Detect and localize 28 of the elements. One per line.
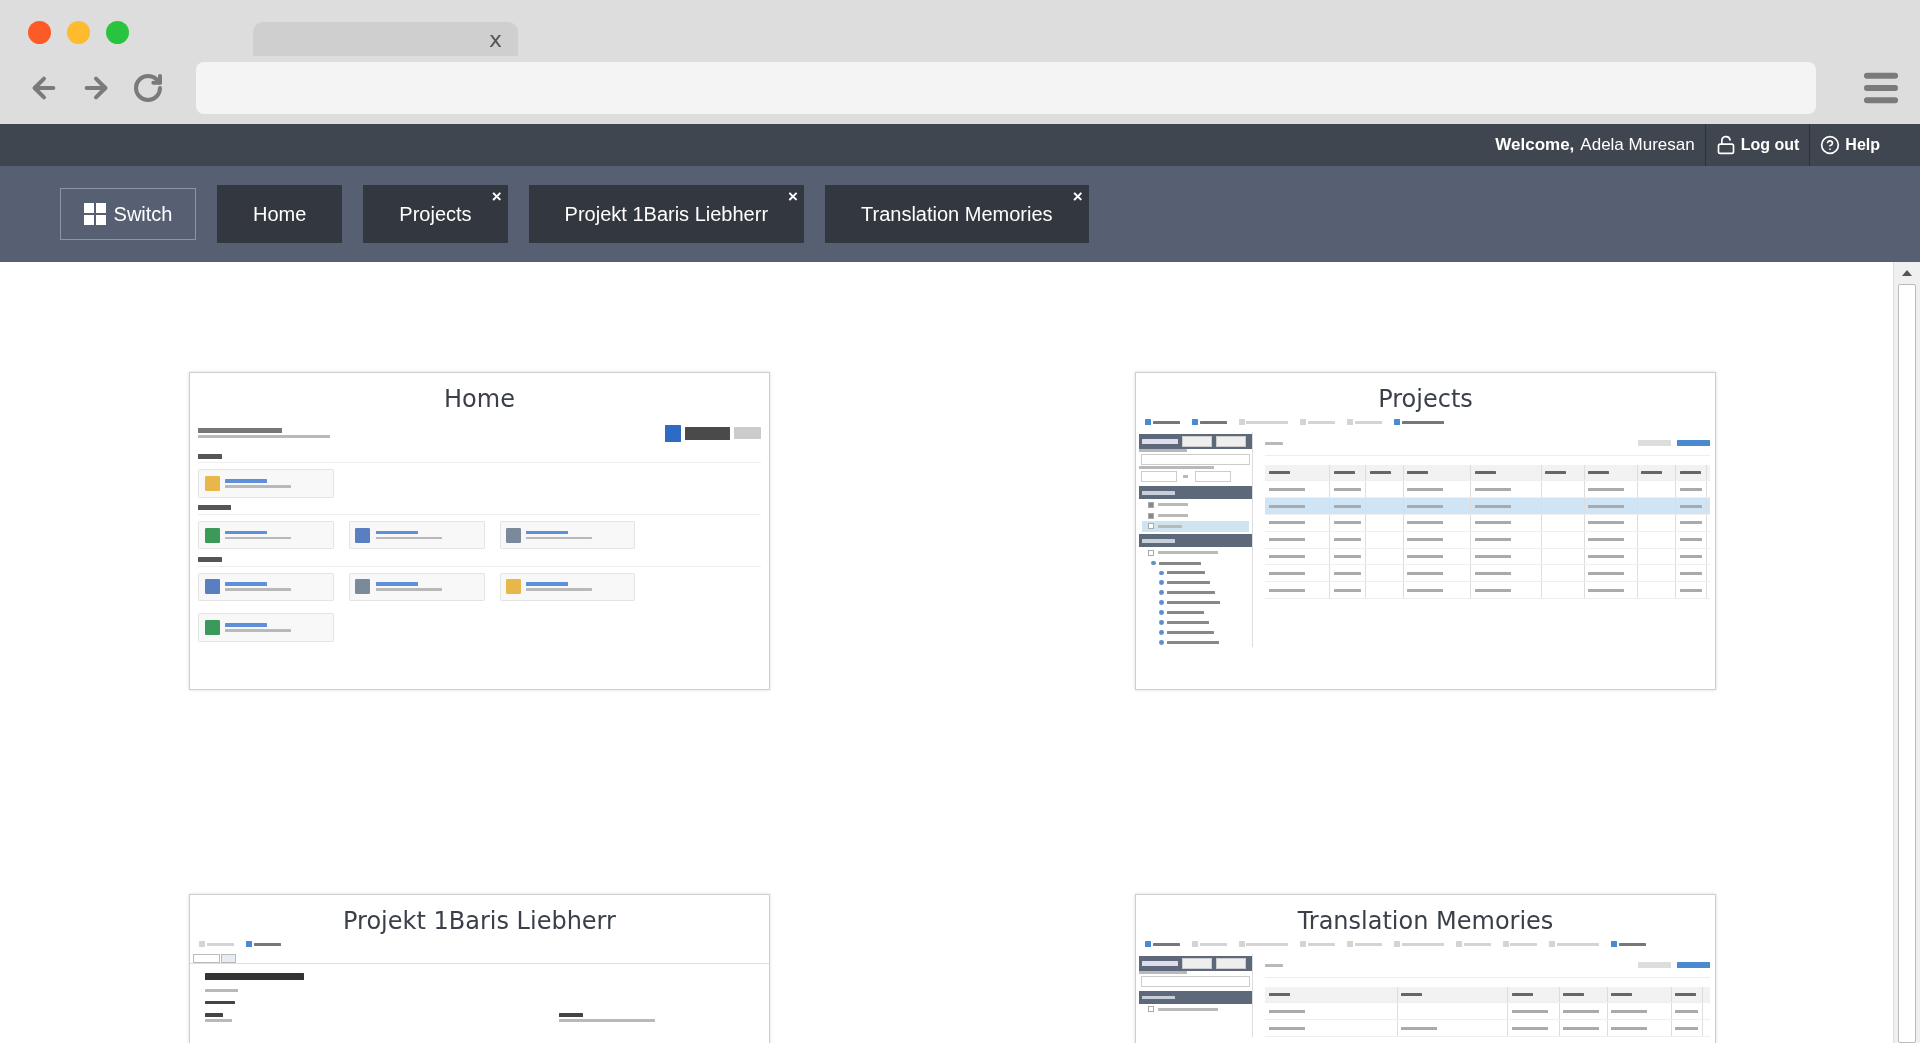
preview-card[interactable]: Home <box>189 372 770 690</box>
card-title: Projects <box>1377 384 1474 413</box>
user-name: Adela Muresan <box>1580 135 1695 155</box>
card-title: Projekt 1Baris Liebherr <box>342 906 617 935</box>
logout-link[interactable]: Log out <box>1715 135 1800 155</box>
tab-close-button[interactable]: × <box>491 187 502 207</box>
preview-card[interactable]: Projects <box>1135 372 1716 690</box>
help-icon <box>1820 135 1841 155</box>
preview-card[interactable]: Projekt 1Baris Liebherr <box>189 894 770 1043</box>
welcome-label: Welcome, <box>1495 135 1575 155</box>
switch-button[interactable]: Switch <box>60 188 196 240</box>
card-title: Translation Memories <box>1296 906 1555 935</box>
tab-close-button[interactable]: x <box>488 26 502 52</box>
card-title: Home <box>443 384 516 413</box>
tab-close-button[interactable]: × <box>1072 187 1083 207</box>
close-window-button[interactable] <box>28 21 51 44</box>
maximize-window-button[interactable] <box>106 21 129 44</box>
padlock-icon <box>1715 135 1736 155</box>
tab[interactable]: Projects × <box>363 185 508 243</box>
tab-close-button[interactable]: × <box>788 187 799 207</box>
help-link[interactable]: Help <box>1820 135 1880 155</box>
reload-icon[interactable] <box>132 72 164 104</box>
tab[interactable]: Projekt 1Baris Liebherr × <box>528 185 805 243</box>
grid-icon <box>83 203 106 225</box>
tab[interactable]: Translation Memories × <box>825 185 1089 243</box>
preview-card[interactable]: Translation Memories <box>1135 894 1716 1043</box>
browser-tab[interactable]: x <box>253 22 518 56</box>
tab[interactable]: Home <box>217 185 343 243</box>
